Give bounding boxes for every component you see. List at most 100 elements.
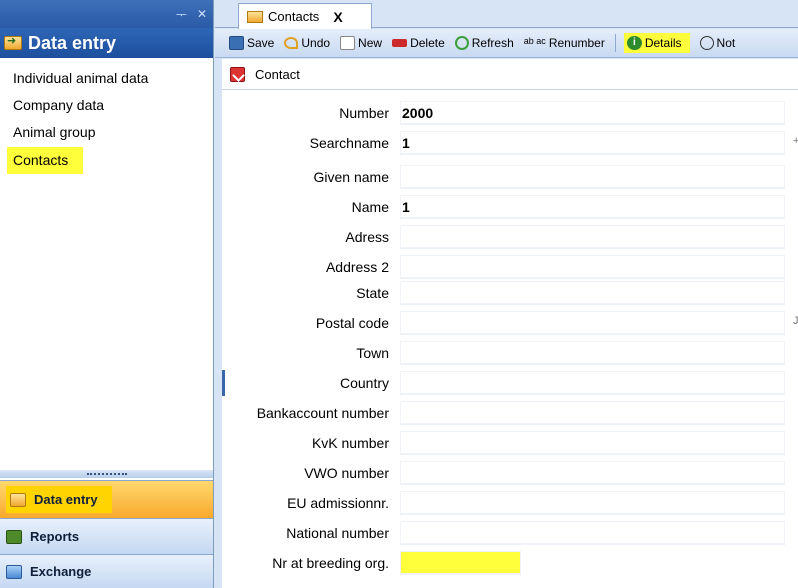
- eu-admissionnr-input[interactable]: [400, 491, 785, 515]
- field-label: Adress: [345, 229, 389, 245]
- data-entry-icon: [4, 34, 22, 50]
- country-input[interactable]: [400, 371, 785, 395]
- edge-mark: +: [793, 135, 798, 147]
- notes-button[interactable]: Not: [699, 36, 736, 50]
- refresh-button[interactable]: Refresh: [454, 36, 514, 50]
- nav-item-contacts[interactable]: Contacts: [7, 147, 84, 174]
- pane-splitter-handle[interactable]: [0, 470, 213, 478]
- reports-button-label: Reports: [30, 529, 80, 544]
- refresh-button-label: Refresh: [471, 36, 514, 50]
- toolbar: Save Undo New Delete Refresh ab ac Renum…: [215, 29, 798, 58]
- field-label: Country: [339, 375, 389, 391]
- save-button[interactable]: Save: [229, 36, 274, 50]
- tab-contacts-label: Contacts: [268, 9, 320, 24]
- data-entry-button-label: Data entry: [34, 492, 98, 507]
- pane-caption-bar: ᅮ ✕: [0, 0, 213, 28]
- undo-button[interactable]: Undo: [284, 36, 330, 50]
- contact-icon: [230, 66, 245, 82]
- field-row-adress: Adress: [222, 225, 798, 250]
- contact-form: Contact Number Searchname + Given name N…: [222, 59, 798, 588]
- exchange-icon: [6, 564, 22, 579]
- field-row-address-2: Address 2: [222, 255, 798, 280]
- undo-button-label: Undo: [301, 36, 331, 50]
- field-label: EU admissionnr.: [287, 495, 389, 511]
- section-header: Contact: [222, 59, 798, 90]
- field-row-town: Town: [222, 341, 798, 366]
- national-number-input[interactable]: [400, 521, 785, 545]
- field-label: State: [356, 285, 389, 301]
- nav-item-individual-animal-data[interactable]: Individual animal data: [0, 66, 213, 93]
- vwo-number-input[interactable]: [400, 461, 785, 485]
- state-input[interactable]: [400, 281, 785, 305]
- kvk-number-input[interactable]: [400, 431, 785, 455]
- field-label: Bankaccount number: [256, 405, 389, 421]
- data-entry-icon: [10, 492, 26, 507]
- nav-item-animal-group[interactable]: Animal group: [0, 120, 213, 147]
- reports-button[interactable]: Reports: [0, 518, 213, 554]
- field-row-national-number: National number: [222, 521, 798, 546]
- content-left-strip: [215, 59, 222, 588]
- new-button-label: New: [358, 36, 383, 50]
- nav-group-title-label: Data entry: [28, 32, 117, 53]
- new-button[interactable]: New: [340, 36, 382, 50]
- field-row-nr-at-breeding-org: Nr at breeding org.: [222, 551, 798, 576]
- tab-contacts[interactable]: Contacts X: [238, 3, 372, 29]
- field-row-state: State: [222, 281, 798, 306]
- details-button[interactable]: i Details: [623, 33, 690, 53]
- field-label: Number: [339, 105, 389, 121]
- field-label: National number: [286, 525, 389, 541]
- name-input[interactable]: [400, 195, 785, 219]
- tab-close-icon[interactable]: X: [333, 9, 342, 25]
- data-entry-button[interactable]: Data entry: [0, 480, 213, 518]
- field-label: Searchname: [309, 135, 389, 151]
- field-label: Address 2: [325, 259, 389, 275]
- postal-code-input[interactable]: [400, 311, 785, 335]
- nav-group-title: Data entry: [0, 28, 213, 58]
- notes-button-label: Not: [716, 36, 736, 50]
- field-row-postal-code: Postal code J: [222, 311, 798, 336]
- address-2-input[interactable]: [400, 255, 785, 279]
- field-row-kvk-number: KvK number: [222, 431, 798, 456]
- renumber-icon: ab ac: [523, 36, 546, 46]
- refresh-icon: [454, 36, 469, 50]
- field-row-bankaccount-number: Bankaccount number: [222, 401, 798, 426]
- nav-item-list: Individual animal data Company data Anim…: [0, 66, 213, 174]
- field-row-number: Number: [222, 101, 798, 126]
- exchange-button-label: Exchange: [30, 564, 92, 579]
- scroll-position-marker: [222, 370, 225, 396]
- delete-button[interactable]: Delete: [392, 36, 445, 50]
- edge-mark: J: [793, 315, 798, 327]
- toolbar-separator: [614, 34, 616, 52]
- field-row-searchname: Searchname +: [222, 131, 798, 156]
- close-icon[interactable]: ✕: [197, 7, 207, 21]
- section-title: Contact: [255, 66, 300, 82]
- field-label: Given name: [313, 169, 389, 185]
- town-input[interactable]: [400, 341, 785, 365]
- exchange-button[interactable]: Exchange: [0, 554, 213, 588]
- field-row-given-name: Given name: [222, 165, 798, 190]
- document-tab-bar: Contacts X: [215, 0, 798, 29]
- nr-at-breeding-org-input[interactable]: [400, 551, 521, 575]
- searchname-input[interactable]: [400, 131, 785, 155]
- contacts-tab-icon: [247, 10, 263, 23]
- navigation-pane: ᅮ ✕ Data entry Individual animal data Co…: [0, 0, 214, 588]
- nav-item-company-data[interactable]: Company data: [0, 93, 213, 120]
- field-row-eu-admissionnr: EU admissionnr.: [222, 491, 798, 516]
- adress-input[interactable]: [400, 225, 785, 249]
- field-row-name: Name: [222, 195, 798, 220]
- renumber-button[interactable]: ab ac Renumber: [524, 36, 605, 50]
- field-label: Postal code: [315, 315, 389, 331]
- number-input[interactable]: [400, 101, 785, 125]
- reports-icon: [6, 529, 22, 544]
- pin-icon[interactable]: ᅮ: [176, 6, 187, 23]
- delete-button-label: Delete: [410, 36, 445, 50]
- undo-icon: [284, 37, 299, 49]
- save-icon: [229, 36, 244, 50]
- info-icon: i: [626, 36, 642, 50]
- given-name-input[interactable]: [400, 165, 785, 189]
- field-row-vwo-number: VWO number: [222, 461, 798, 486]
- bankaccount-number-input[interactable]: [400, 401, 785, 425]
- new-icon: [340, 36, 356, 50]
- speech-bubble-icon: [699, 36, 714, 50]
- renumber-button-label: Renumber: [548, 36, 605, 50]
